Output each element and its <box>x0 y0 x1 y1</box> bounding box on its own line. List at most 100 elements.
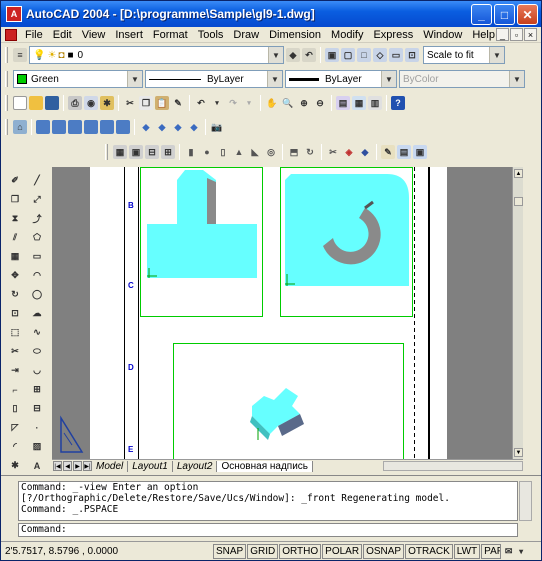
toolbar-grip[interactable] <box>5 119 8 135</box>
rectangle-icon[interactable]: ▭ <box>30 249 45 264</box>
menu-window[interactable]: Window <box>418 29 467 41</box>
named-views-icon[interactable]: ⌂ <box>13 120 27 134</box>
toolbar-grip[interactable] <box>5 71 8 87</box>
make-block-icon[interactable]: ⊟ <box>30 401 45 416</box>
paste-icon[interactable]: 📋 <box>155 96 169 110</box>
extrude-icon[interactable]: ⬒ <box>287 145 301 159</box>
polar-toggle[interactable]: POLAR <box>322 544 363 559</box>
erase-icon[interactable]: ✐ <box>8 173 23 188</box>
spline-icon[interactable]: ∿ <box>30 325 45 340</box>
tab-layout1[interactable]: Layout1 <box>128 460 173 472</box>
chevron-down-icon[interactable]: ▼ <box>509 71 524 87</box>
viewports-icon[interactable]: ▦ <box>113 145 127 159</box>
point-icon[interactable]: · <box>30 420 45 435</box>
undo-icon[interactable]: ↶ <box>194 96 208 110</box>
paper-toggle[interactable]: PAPER <box>481 544 502 559</box>
convert-to-viewport-icon[interactable]: ▭ <box>389 48 403 62</box>
scroll-down-button[interactable]: ▼ <box>514 448 523 457</box>
array-icon[interactable]: ▦ <box>8 249 23 264</box>
command-scrollbar[interactable] <box>519 481 532 521</box>
close-button[interactable]: ✕ <box>517 4 538 25</box>
single-viewport-icon[interactable]: □ <box>357 48 371 62</box>
top-view-icon[interactable] <box>36 120 50 134</box>
section-icon[interactable]: ◈ <box>342 145 356 159</box>
rotate-icon[interactable]: ↻ <box>8 287 23 302</box>
color-combo[interactable]: Green ▼ <box>13 70 143 88</box>
layer-manager-icon[interactable]: ≡ <box>13 48 27 62</box>
clip-viewport-icon[interactable]: ⊟ <box>145 145 159 159</box>
ne-iso-view-icon[interactable]: ◆ <box>171 120 185 134</box>
command-input[interactable]: Command: <box>18 523 518 537</box>
chevron-down-icon[interactable]: ▼ <box>268 47 283 63</box>
menu-file[interactable]: File <box>20 29 48 41</box>
polygonal-viewport-icon[interactable]: ⊞ <box>161 145 175 159</box>
grid-toggle[interactable]: GRID <box>247 544 279 559</box>
clip-viewport-icon[interactable]: ⊡ <box>405 48 419 62</box>
doc-minimize-button[interactable]: _ <box>496 28 509 41</box>
menu-edit[interactable]: Edit <box>48 29 77 41</box>
menu-format[interactable]: Format <box>148 29 193 41</box>
insert-block-icon[interactable]: ⊞ <box>30 382 45 397</box>
chevron-down-icon[interactable]: ▾ <box>210 96 224 110</box>
stretch-icon[interactable]: ⬚ <box>8 325 23 340</box>
menu-draw[interactable]: Draw <box>228 29 264 41</box>
tab-model[interactable]: Model <box>92 460 129 472</box>
right-view-icon[interactable] <box>84 120 98 134</box>
chamfer-icon[interactable]: ◸ <box>8 420 23 435</box>
nw-iso-view-icon[interactable]: ◆ <box>187 120 201 134</box>
left-view-icon[interactable] <box>68 120 82 134</box>
construction-line-icon[interactable]: ⤢ <box>30 192 45 207</box>
multiline-text-icon[interactable]: A <box>30 458 45 473</box>
trim-icon[interactable]: ✂ <box>8 344 23 359</box>
polygon-icon[interactable]: ⬠ <box>30 230 45 245</box>
menu-tools[interactable]: Tools <box>193 29 229 41</box>
revolve-icon[interactable]: ↻ <box>303 145 317 159</box>
scroll-thumb[interactable] <box>514 197 523 206</box>
menu-insert[interactable]: Insert <box>110 29 148 41</box>
plot-preview-icon[interactable]: ◉ <box>84 96 98 110</box>
toolbar-grip[interactable] <box>5 95 8 111</box>
box-solid-icon[interactable]: ▮ <box>184 145 198 159</box>
cone-solid-icon[interactable]: ▲ <box>232 145 246 159</box>
ortho-toggle[interactable]: ORTHO <box>279 544 322 559</box>
revision-cloud-icon[interactable]: ☁ <box>30 306 45 321</box>
back-view-icon[interactable] <box>116 120 130 134</box>
plotstyle-combo[interactable]: ByColor ▼ <box>399 70 525 88</box>
last-tab-button[interactable]: ▶| <box>83 461 92 471</box>
interference-icon[interactable]: ◆ <box>358 145 372 159</box>
chevron-down-icon[interactable]: ▼ <box>489 47 504 63</box>
toolbar-grip[interactable] <box>5 47 8 63</box>
wedge-solid-icon[interactable]: ◣ <box>248 145 262 159</box>
prev-tab-button[interactable]: ◀ <box>63 461 72 471</box>
viewport-front[interactable] <box>140 167 263 317</box>
match-properties-icon[interactable]: ✎ <box>171 96 185 110</box>
copy-object-icon[interactable]: ❐ <box>8 192 23 207</box>
offset-icon[interactable]: ⫽ <box>8 230 23 245</box>
viewport-top[interactable] <box>280 167 413 317</box>
render-icon[interactable]: ✎ <box>381 145 395 159</box>
copy-icon[interactable]: ❐ <box>139 96 153 110</box>
chevron-down-icon[interactable]: ▼ <box>127 71 142 87</box>
tab-title-block[interactable]: Основная надпись <box>217 460 314 472</box>
vertical-scrollbar[interactable]: ▲ ▼ <box>512 167 523 459</box>
line-icon[interactable]: ╱ <box>30 173 45 188</box>
make-current-layer-icon[interactable]: ◆ <box>286 48 300 62</box>
zoom-realtime-icon[interactable]: 🔍 <box>281 96 295 110</box>
chevron-down-icon[interactable]: ▼ <box>381 71 396 87</box>
layer-combo[interactable]: 💡 ☀ ◘ ■ 0 ▼ <box>29 46 284 64</box>
plot-icon[interactable]: ⎙ <box>68 96 82 110</box>
snap-toggle[interactable]: SNAP <box>213 544 247 559</box>
redo-icon[interactable]: ↷ <box>226 96 240 110</box>
title-bar[interactable]: A AutoCAD 2004 - [D:\programme\Sample\gl… <box>1 1 541 27</box>
break-at-point-icon[interactable]: ⌐ <box>8 382 23 397</box>
circle-icon[interactable]: ◯ <box>30 287 45 302</box>
first-tab-button[interactable]: |◀ <box>53 461 62 471</box>
layer-previous-icon[interactable]: ↶ <box>302 48 316 62</box>
new-icon[interactable] <box>13 96 27 110</box>
zoom-previous-icon[interactable]: ⊖ <box>313 96 327 110</box>
properties-icon[interactable]: ▤ <box>336 96 350 110</box>
viewports-dialog-icon[interactable]: ▢ <box>341 48 355 62</box>
cut-icon[interactable]: ✂ <box>123 96 137 110</box>
sw-iso-view-icon[interactable]: ◆ <box>139 120 153 134</box>
fillet-icon[interactable]: ◜ <box>8 439 23 454</box>
